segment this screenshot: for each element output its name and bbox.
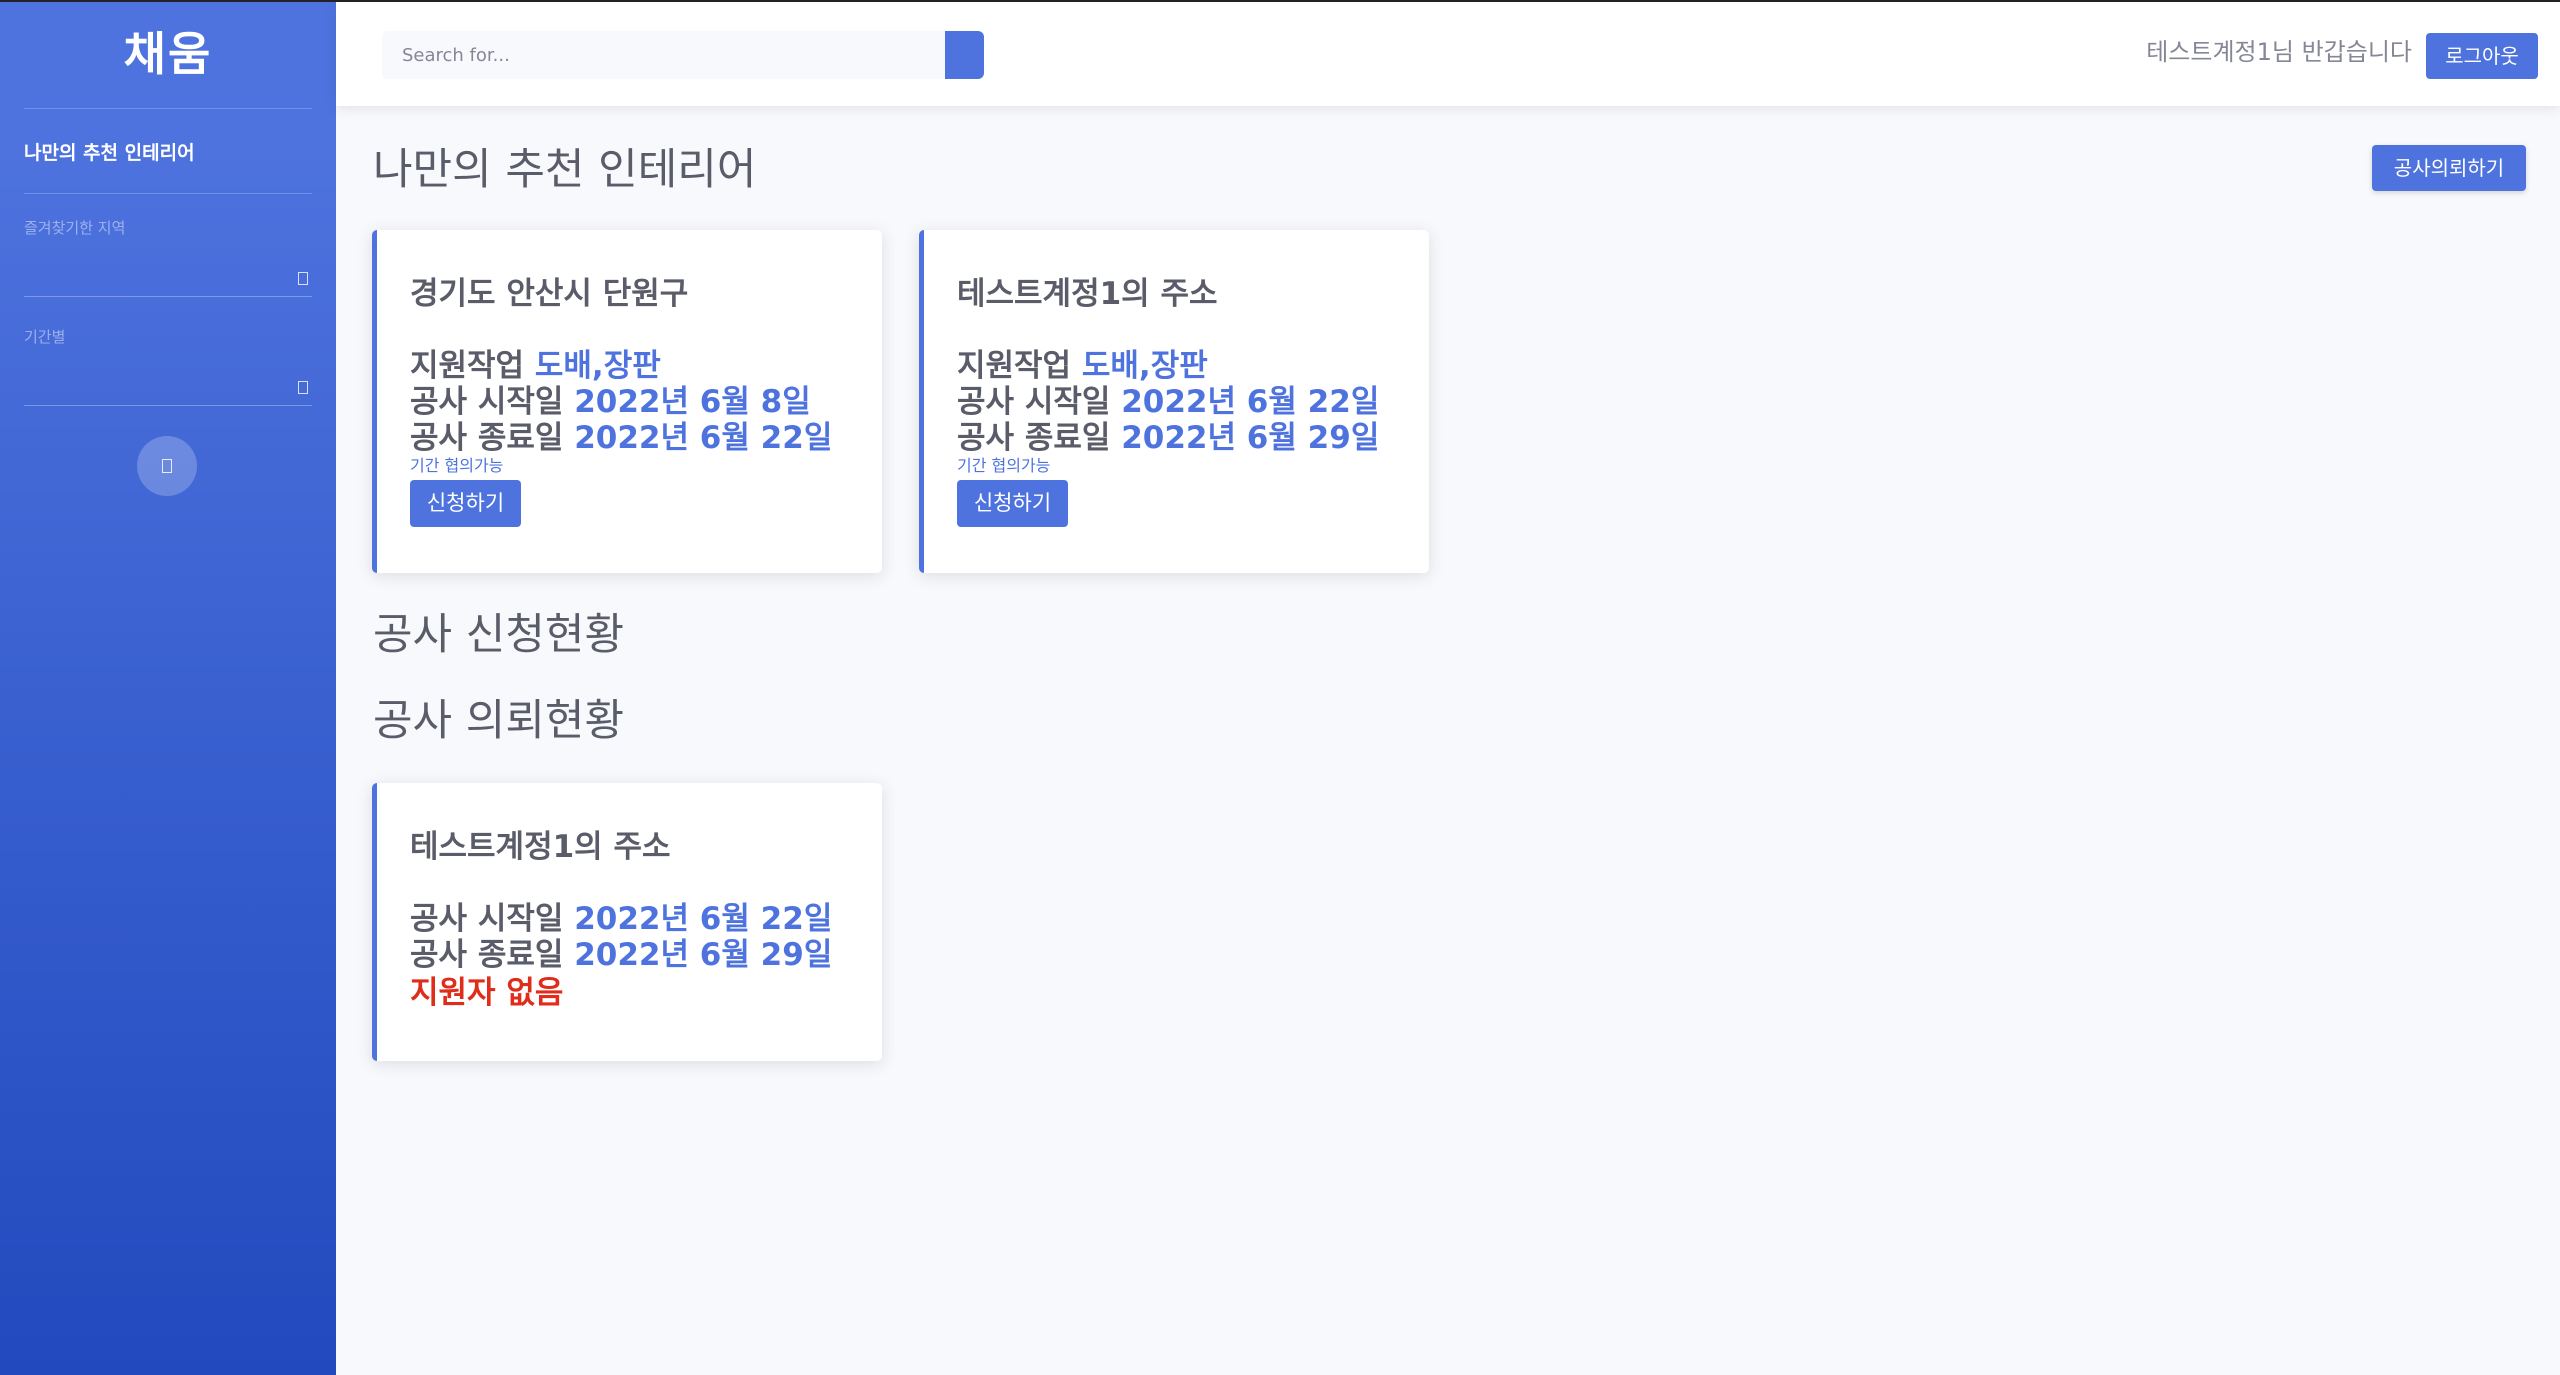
search-icon <box>956 45 973 62</box>
search-input[interactable] <box>382 31 945 79</box>
recommend-section-title: 나만의 추천 인테리어 <box>373 145 757 195</box>
application-status-title: 공사 신청현황 <box>373 610 625 660</box>
applicant-status: 지원자 없음 <box>410 975 564 1011</box>
logout-button[interactable]: 로그아웃 <box>2426 33 2538 79</box>
end-date-value: 2022년 6월 29일 <box>574 937 833 973</box>
end-date-label: 공사 종료일 <box>957 420 1111 456</box>
sidebar-divider <box>24 193 312 194</box>
request-construction-button[interactable]: 공사의뢰하기 <box>2372 145 2526 191</box>
negotiable-note: 기간 협의가능 <box>410 456 504 475</box>
recommend-card: 경기도 안산시 단원구 지원작업 도배,장판 공사 시작일 2022년 6월 8… <box>372 230 882 573</box>
apply-button[interactable]: 신청하기 <box>957 480 1068 527</box>
negotiable-note: 기간 협의가능 <box>957 456 1051 475</box>
end-date-label: 공사 종료일 <box>410 420 564 456</box>
period-select[interactable] <box>24 375 312 406</box>
card-title: 경기도 안산시 단원구 <box>410 276 689 312</box>
end-date-value: 2022년 6월 29일 <box>1121 420 1380 456</box>
end-date-line: 공사 종료일 2022년 6월 29일 <box>957 412 1379 457</box>
search-form <box>382 31 984 79</box>
window-top-border <box>0 0 2560 2</box>
sidebar-item-recommend[interactable]: 나만의 추천 인테리어 <box>24 138 195 165</box>
card-title: 테스트계정1의 주소 <box>410 829 671 865</box>
sidebar-divider <box>24 108 312 109</box>
brand-logo[interactable]: 채움 <box>0 18 336 84</box>
apply-button[interactable]: 신청하기 <box>410 480 521 527</box>
favorite-region-select[interactable] <box>24 266 312 297</box>
topbar: 테스트계정1님 반갑습니다 로그아웃 <box>336 2 2560 106</box>
app-root: 채움 나만의 추천 인테리어 즐겨찾기한 지역 기간별 테스트계정1님 반갑습니… <box>0 0 2560 1375</box>
end-date-value: 2022년 6월 22일 <box>574 420 833 456</box>
search-button[interactable] <box>945 31 984 79</box>
sidebar: 채움 나만의 추천 인테리어 즐겨찾기한 지역 기간별 <box>0 0 336 1375</box>
recommend-card: 테스트계정1의 주소 지원작업 도배,장판 공사 시작일 2022년 6월 22… <box>919 230 1429 573</box>
select-glyph-icon <box>298 272 308 285</box>
request-status-title: 공사 의뢰현황 <box>373 696 625 746</box>
period-label: 기간별 <box>24 328 66 346</box>
request-card: 테스트계정1의 주소 공사 시작일 2022년 6월 22일 공사 종료일 20… <box>372 783 882 1061</box>
end-date-line: 공사 종료일 2022년 6월 22일 <box>410 412 832 457</box>
welcome-message: 테스트계정1님 반갑습니다 <box>2146 38 2412 66</box>
select-glyph-icon <box>298 381 308 394</box>
card-title: 테스트계정1의 주소 <box>957 276 1218 312</box>
favorite-region-label: 즐겨찾기한 지역 <box>24 219 126 237</box>
sidebar-toggle-button[interactable] <box>137 436 197 496</box>
toggle-glyph-icon <box>162 459 172 473</box>
